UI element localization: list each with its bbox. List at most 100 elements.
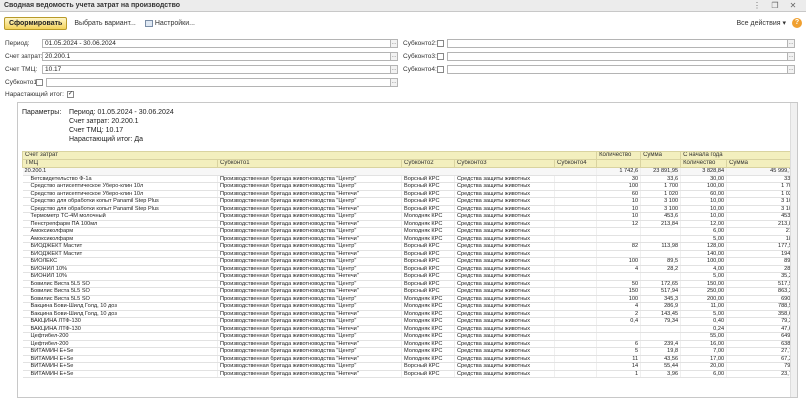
subconto3-label: Субконто3:	[403, 52, 437, 60]
table-cell: Ворсный КРС	[401, 280, 455, 288]
table-cell: 649,5	[726, 332, 797, 341]
table-cell: Средства защиты животных	[454, 205, 555, 213]
generate-button[interactable]: Сформировать	[4, 16, 68, 30]
subconto4-checkbox[interactable]	[437, 65, 444, 73]
table-cell	[554, 220, 598, 228]
table-cell	[554, 287, 598, 296]
table-row[interactable]: Амоксиколфарм Производственная бригада жи…	[22, 235, 797, 243]
col-qty: Количество	[596, 151, 642, 160]
vertical-scrollbar[interactable]	[790, 103, 797, 397]
table-row[interactable]: Термометр ТС-4М молочный Производственная…	[22, 212, 797, 221]
table-row[interactable]: БИОДЖЕКТ Мастит Производственная бригада …	[22, 242, 797, 251]
total-sum: 23 891,95	[640, 167, 682, 176]
table-cell	[640, 227, 682, 236]
help-icon[interactable]: ?	[792, 18, 802, 28]
table-cell: 345,3	[640, 295, 682, 303]
table-row[interactable]: Вакцина Бови-Шилд Голд, 10 доз Производст…	[22, 302, 797, 311]
subconto3-field[interactable]	[447, 51, 788, 61]
choose-variant-button[interactable]: Выбрать вариант...	[71, 17, 139, 30]
table-row[interactable]: Ветсвидетельство Ф-1а Производственная бр…	[22, 175, 797, 183]
subconto3-select-icon[interactable]: …	[788, 51, 795, 61]
account-field[interactable]: 20.200.1	[42, 51, 391, 61]
table-cell: БИОДЖЕКТ Мастит	[22, 242, 218, 251]
table-row[interactable]: Бовилис Виста 5L5 SO Производственная бри…	[22, 280, 797, 288]
subconto2-label: Субконто2:	[403, 39, 437, 47]
subconto4-field[interactable]	[447, 64, 788, 74]
table-row[interactable]: Амоксиколфарм Производственная бригада жи…	[22, 227, 797, 236]
table-cell: 180	[726, 235, 797, 243]
table-row[interactable]: Средство для обработки копыт Panamil Ste…	[22, 205, 797, 213]
table-row[interactable]: БИОНИЛ 10% Производственная бригада живот…	[22, 265, 797, 273]
subconto1-field[interactable]	[46, 77, 391, 87]
table-cell: 4	[596, 265, 642, 273]
table-cell: Производственная бригада животноводства …	[217, 295, 402, 303]
tmc-select-icon[interactable]: …	[391, 64, 398, 74]
table-row[interactable]: Бовилис Виста 5L5 SO Производственная бри…	[22, 295, 797, 303]
table-row[interactable]: БИОДЖЕКТ Мастит Производственная бригада …	[22, 250, 797, 258]
col-account: Счет затрат	[21, 151, 598, 160]
table-cell	[554, 212, 598, 221]
table-row[interactable]: Средство антисептическое Уберо-клин 10л П…	[22, 190, 797, 198]
table-row[interactable]: Средство для обработки копыт Panamil Ste…	[22, 197, 797, 206]
table-row[interactable]: БИОЛЕКС Производственная бригада животнов…	[22, 257, 797, 266]
table-cell: Средства защиты животных	[454, 347, 555, 356]
table-cell	[640, 250, 682, 258]
total-ytd-sum: 45 999,71	[726, 167, 797, 176]
table-cell: Производственная бригада животноводства …	[217, 317, 402, 326]
subconto1-checkbox[interactable]	[36, 78, 43, 86]
table-cell: Ворсный КРС	[401, 362, 455, 371]
table-cell: 33,6	[726, 175, 797, 183]
table-row[interactable]: ВИТАМИН Е+Se Производственная бригада жив…	[22, 362, 797, 371]
table-cell: Молодняк КРС	[401, 295, 455, 303]
table-row[interactable]: Бовилис Виста 5L5 SO Производственная бри…	[22, 287, 797, 296]
table-cell: 239,4	[640, 340, 682, 348]
close-icon[interactable]: ✕	[784, 1, 802, 11]
table-cell: Молодняк КРС	[401, 340, 455, 348]
table-cell	[554, 362, 598, 371]
table-cell: 100	[596, 295, 642, 303]
table-cell	[640, 235, 682, 243]
report-area[interactable]: Параметры: Период: 01.05.2024 - 30.06.20…	[17, 102, 798, 398]
subconto4-select-icon[interactable]: …	[788, 64, 795, 74]
account-select-icon[interactable]: …	[391, 51, 398, 61]
subconto1-select-icon[interactable]: …	[391, 77, 398, 87]
table-cell: 16,00	[680, 340, 728, 348]
subconto3-checkbox[interactable]	[437, 52, 444, 60]
table-cell: Средство для обработки копыт Panamil Ste…	[22, 197, 218, 206]
table-row[interactable]: ВИТАМИН Е+Se Производственная бригада жив…	[22, 355, 797, 363]
params-tmc: Счет ТМЦ: 10.17	[69, 127, 124, 134]
table-row[interactable]: Вакцина Бови-Шилд Голд, 10 доз Производст…	[22, 310, 797, 318]
table-row[interactable]: Цефтибел-200 Производственная бригада жив…	[22, 340, 797, 348]
cumulative-checkbox[interactable]: ✓	[66, 90, 74, 98]
table-cell: 28,2	[640, 265, 682, 273]
table-cell	[596, 235, 642, 243]
table-cell: ВИТАМИН Е+Se	[22, 347, 218, 356]
table-cell: Средства защиты животных	[454, 355, 555, 363]
all-actions-menu[interactable]: Все действия ▾	[737, 19, 786, 27]
period-select-icon[interactable]: …	[391, 38, 398, 48]
table-cell: Производственная бригада животноводства …	[217, 265, 402, 273]
subconto2-select-icon[interactable]: …	[788, 38, 795, 48]
subconto2-checkbox[interactable]	[437, 39, 444, 47]
table-cell: Средства защиты животных	[454, 280, 555, 288]
table-cell: 194,6	[726, 250, 797, 258]
restore-icon[interactable]: ❐	[766, 1, 784, 11]
table-row[interactable]: Средство антисептическое Уберо-клин 10л П…	[22, 182, 797, 191]
table-row[interactable]: Пенстрепфарм ПА 100мл Производственная бр…	[22, 220, 797, 228]
table-row[interactable]: БИОНИЛ 10% Производственная бригада живот…	[22, 272, 797, 281]
table-cell: 12	[596, 220, 642, 228]
period-field[interactable]: 01.05.2024 - 30.06.2024	[42, 38, 391, 48]
table-cell: Производственная бригада животноводства …	[217, 310, 402, 318]
table-total-row[interactable]: 20.200.1 1 742,6 23 891,95 3 828,84 45 9…	[22, 167, 797, 176]
table-cell: 0,40	[680, 317, 728, 326]
table-cell: Производственная бригада животноводства …	[217, 212, 402, 221]
subconto2-field[interactable]	[447, 38, 788, 48]
table-row[interactable]: ВАКЦИНА ЛТФ-130 Производственная бригада …	[22, 325, 797, 333]
table-row[interactable]: ВИТАМИН Е+Se Производственная бригада жив…	[22, 370, 797, 378]
table-row[interactable]: Цефтибел-200 Производственная бригада жив…	[22, 332, 797, 341]
table-row[interactable]: ВАКЦИНА ЛТФ-130 Производственная бригада …	[22, 317, 797, 326]
settings-button[interactable]: Настройки...	[142, 17, 198, 30]
menu-icon[interactable]: ⋮	[748, 1, 766, 11]
tmc-field[interactable]: 10.17	[42, 64, 391, 74]
table-row[interactable]: ВИТАМИН Е+Se Производственная бригада жив…	[22, 347, 797, 356]
